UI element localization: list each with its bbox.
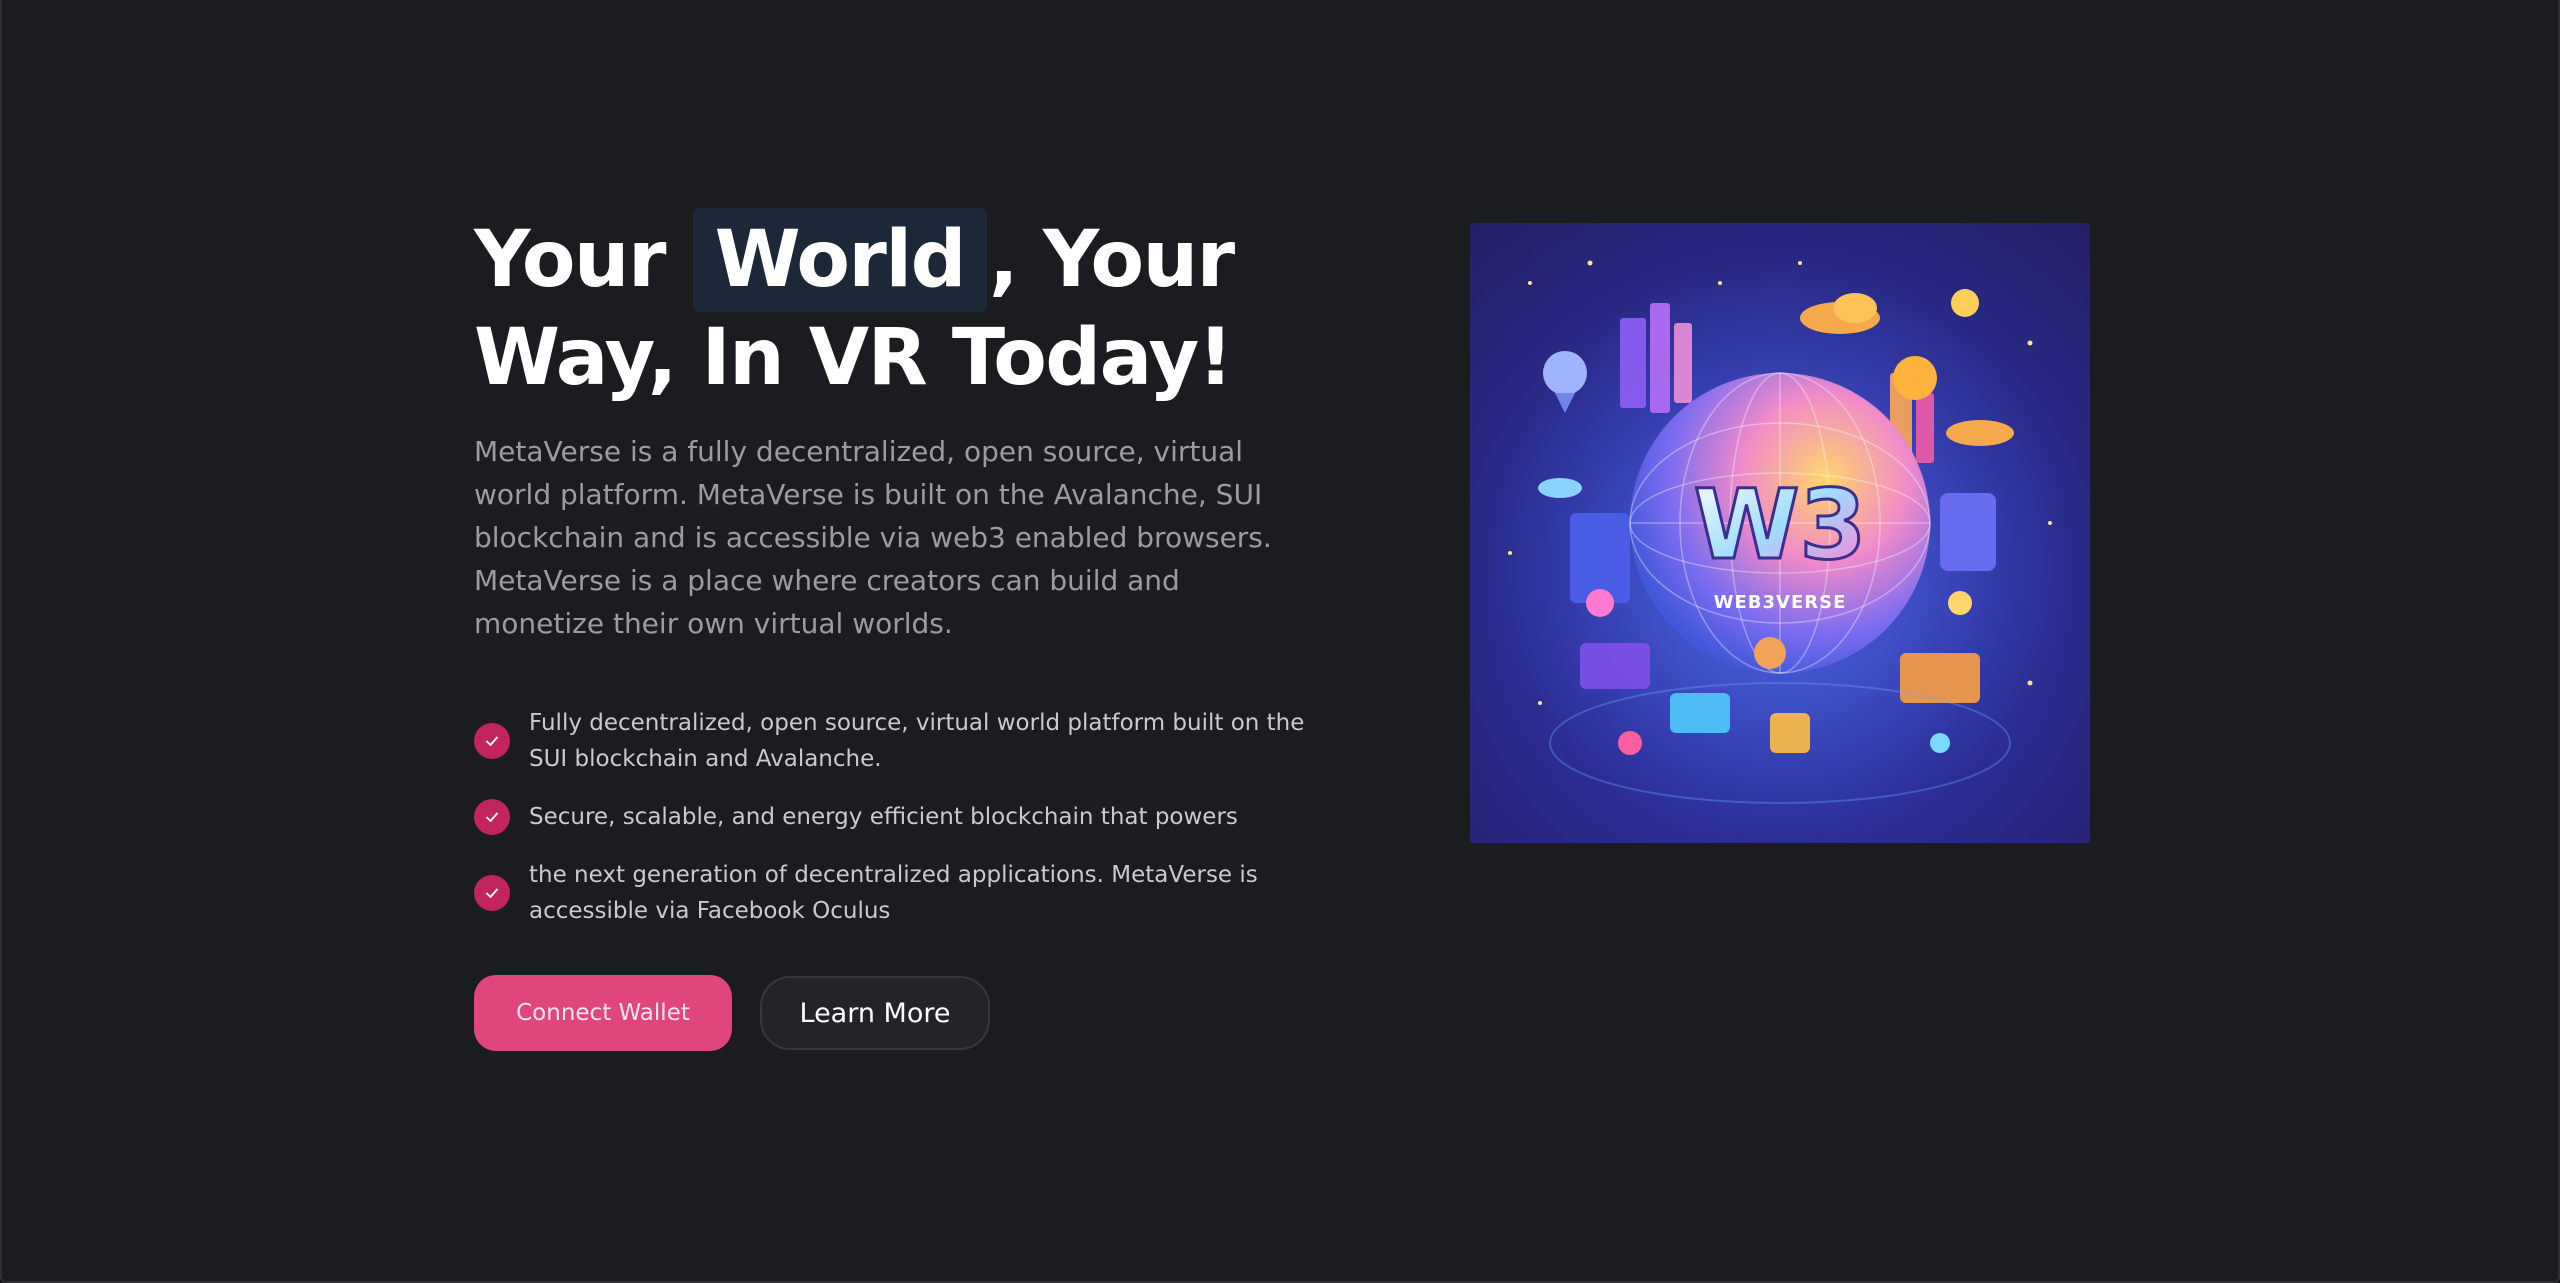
logo-caption: WEB3VERSE — [1714, 592, 1847, 613]
web3verse-artwork: W3 WEB3VERSE — [1490, 260, 2070, 843]
headline-highlight: World — [692, 208, 987, 312]
feature-item: the next generation of decentralized app… — [474, 857, 1314, 929]
feature-list: Fully decentralized, open source, virtua… — [474, 705, 1314, 929]
feature-item: Fully decentralized, open source, virtua… — [474, 705, 1314, 777]
hero-description: MetaVerse is a fully decentralized, open… — [474, 435, 1272, 640]
learn-more-button[interactable]: Learn More — [760, 976, 990, 1050]
hero-headline: Your World, Your Way, In VR Today! — [474, 208, 1314, 404]
web3verse-illustration: W3 WEB3VERSE — [1470, 223, 2090, 843]
hero-text-column: Your World, Your Way, In VR Today! MetaV… — [474, 208, 1314, 951]
check-icon — [474, 875, 510, 911]
feature-text: Fully decentralized, open source, virtua… — [529, 710, 1305, 772]
check-icon — [474, 799, 510, 835]
feature-item: Secure, scalable, and energy efficient b… — [474, 799, 1314, 835]
connect-wallet-button[interactable]: Connect Wallet — [474, 975, 732, 1051]
check-icon — [474, 723, 510, 759]
headline-start: Your — [474, 215, 691, 305]
feature-text: the next generation of decentralized app… — [529, 862, 1258, 924]
logo-text: W3 — [1694, 469, 1867, 581]
feature-text: Secure, scalable, and energy efficient b… — [529, 804, 1238, 830]
page-frame: Your World, Your Way, In VR Today! MetaV… — [0, 0, 2560, 1283]
hero-actions: Connect Wallet Learn More — [474, 975, 990, 1051]
